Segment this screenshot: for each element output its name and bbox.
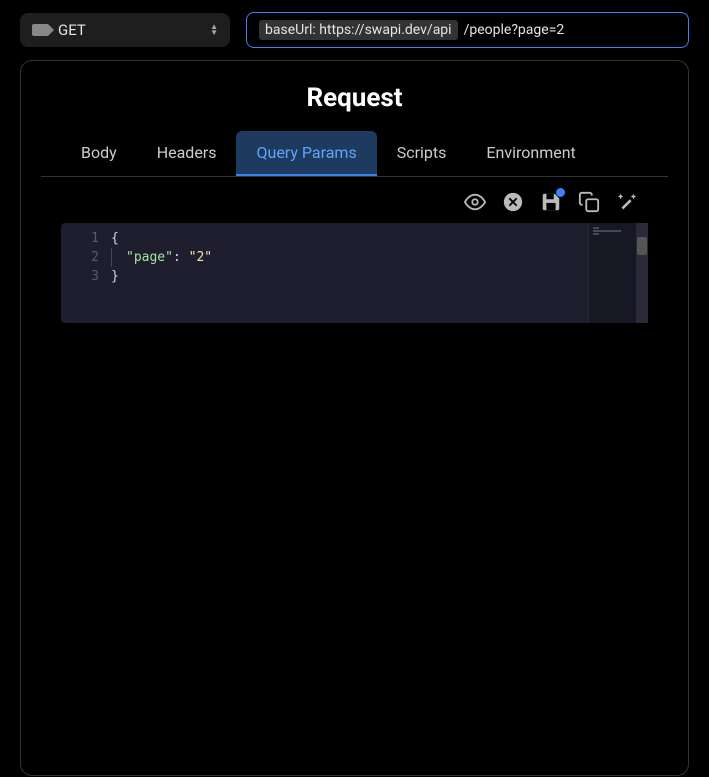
editor-toolbar — [21, 177, 688, 223]
tab-body[interactable]: Body — [61, 131, 137, 176]
magic-wand-icon — [616, 191, 638, 213]
close-circle-icon — [502, 191, 524, 213]
json-key: "page" — [126, 250, 173, 265]
line-number: 3 — [61, 267, 99, 286]
line-number: 2 — [61, 248, 99, 267]
scrollbar-thumb[interactable] — [637, 237, 647, 255]
line-gutter: 1 2 3 — [61, 223, 111, 323]
tab-bar: Body Headers Query Params Scripts Enviro… — [41, 131, 668, 177]
code-editor[interactable]: 1 2 3 { "page": "2" } — [61, 223, 648, 323]
tab-environment[interactable]: Environment — [466, 131, 595, 176]
format-button[interactable] — [616, 191, 638, 213]
chevron-up-down-icon: ▲▼ — [210, 24, 218, 36]
json-value: "2" — [189, 250, 212, 265]
copy-button[interactable] — [578, 191, 600, 213]
scrollbar-track[interactable] — [636, 223, 648, 323]
tab-scripts[interactable]: Scripts — [377, 131, 467, 176]
url-path: /people?page=2 — [464, 22, 565, 38]
minimap[interactable] — [588, 223, 648, 323]
request-panel: Request Body Headers Query Params Script… — [20, 60, 689, 776]
preview-button[interactable] — [464, 191, 486, 213]
save-button[interactable] — [540, 191, 562, 213]
method-label: GET — [58, 21, 200, 39]
http-method-selector[interactable]: GET ▲▼ — [20, 13, 230, 47]
line-number: 1 — [61, 229, 99, 248]
minimap-preview — [593, 227, 632, 236]
copy-icon — [578, 191, 600, 213]
tab-query-params[interactable]: Query Params — [236, 131, 376, 176]
eye-icon — [464, 191, 486, 213]
panel-title: Request — [21, 61, 688, 131]
clear-button[interactable] — [502, 191, 524, 213]
base-url-chip: baseUrl: https://swapi.dev/api — [259, 20, 458, 40]
tab-headers[interactable]: Headers — [137, 131, 237, 176]
unsaved-indicator — [556, 188, 565, 197]
code-content[interactable]: { "page": "2" } — [111, 223, 588, 323]
url-input[interactable]: baseUrl: https://swapi.dev/api /people?p… — [246, 12, 689, 48]
tag-icon — [32, 24, 48, 36]
